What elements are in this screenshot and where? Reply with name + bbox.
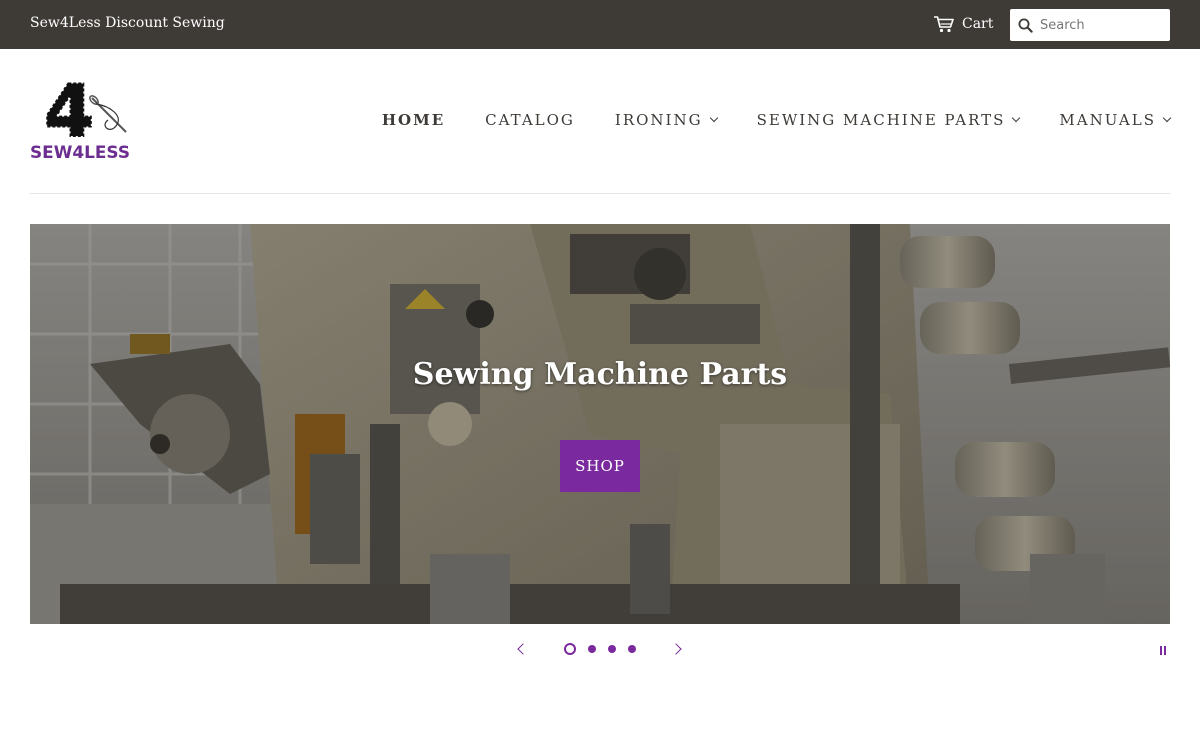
chevron-down-icon: [709, 113, 718, 123]
nav-item-label: Manuals: [1059, 111, 1156, 129]
cart-link[interactable]: Cart: [934, 14, 993, 34]
store-name[interactable]: Sew4Less Discount Sewing: [30, 15, 225, 31]
hero-title: Sewing Machine Parts: [412, 357, 788, 392]
cart-label: Cart: [962, 16, 994, 32]
chevron-right-icon[interactable]: [670, 641, 686, 657]
chevron-down-icon: [1162, 113, 1172, 123]
chevron-down-icon: [1012, 113, 1021, 123]
chevron-left-icon[interactable]: [514, 641, 530, 657]
shop-button[interactable]: Shop: [560, 440, 640, 492]
nav-item-manuals[interactable]: Manuals: [1059, 111, 1172, 129]
logo-numeral: 4: [44, 76, 94, 153]
hero-image: [30, 224, 1170, 624]
logo-wordmark: SEW4LESS: [30, 143, 130, 160]
main-nav: Home Catalog Ironing Sewing Machine Part…: [382, 111, 1172, 129]
slide-dot-1[interactable]: [564, 643, 576, 655]
site-logo[interactable]: 4 SEW4LESS: [30, 68, 132, 163]
search-icon[interactable]: [1010, 9, 1040, 41]
nav-item-label: Sewing Machine Parts: [756, 111, 1006, 129]
nav-item-sewing-machine-parts[interactable]: Sewing Machine Parts: [756, 111, 1021, 129]
cart-icon: [934, 15, 954, 33]
nav-item-catalog[interactable]: Catalog: [485, 111, 575, 129]
slide-dots: [564, 643, 636, 655]
slide-dot-2[interactable]: [588, 645, 596, 653]
header-divider: [30, 193, 1170, 194]
nav-item-label: Home: [381, 111, 446, 129]
hero-slide: Sewing Machine Parts Shop: [30, 224, 1170, 624]
announcement-bar: Sew4Less Discount Sewing Cart: [0, 0, 1200, 49]
pause-icon[interactable]: [1159, 646, 1167, 655]
nav-item-label: Ironing: [614, 111, 703, 129]
search-box[interactable]: [1010, 9, 1170, 41]
nav-item-home[interactable]: Home: [382, 111, 445, 129]
nav-item-label: Catalog: [485, 111, 575, 129]
search-input[interactable]: [1040, 11, 1160, 39]
slide-dot-4[interactable]: [628, 645, 636, 653]
slide-dot-3[interactable]: [608, 645, 616, 653]
nav-item-ironing[interactable]: Ironing: [614, 111, 718, 129]
